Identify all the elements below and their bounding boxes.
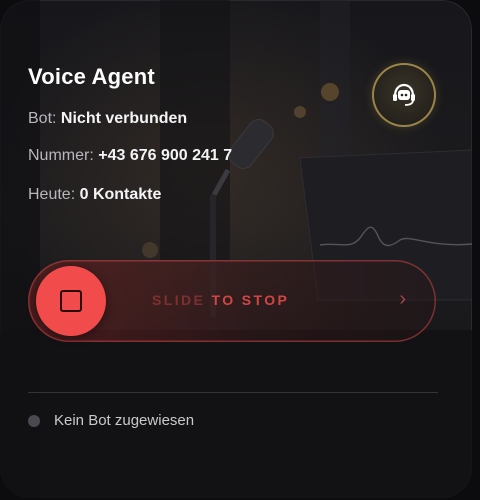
stop-slider-knob[interactable]	[36, 266, 106, 336]
status-dot-icon	[28, 414, 40, 427]
divider	[28, 392, 438, 393]
voice-agent-card: Voice Agent Bot: Nicht verbunden Nummer:…	[0, 0, 472, 498]
today-line: Heute: 0 Kontakte	[28, 186, 161, 204]
bot-status-line: Bot: Nicht verbunden	[28, 110, 187, 128]
slide-to-stop-control[interactable]: SLIDE TO STOP ›	[28, 260, 436, 342]
headset-bot-glyph	[393, 83, 415, 106]
number-line: Nummer: +43 676 900 241 7	[28, 147, 232, 165]
number-value: +43 676 900 241 7	[98, 147, 233, 164]
slide-label-part2: TO STOP	[211, 292, 290, 308]
page-title: Voice Agent	[28, 64, 155, 89]
stop-icon	[60, 290, 82, 312]
number-label: Nummer:	[28, 147, 94, 164]
bot-assignment-status: Kein Bot zugewiesen	[28, 412, 194, 429]
bot-label: Bot:	[28, 110, 57, 127]
status-text: Kein Bot zugewiesen	[54, 412, 195, 429]
today-label: Heute:	[28, 186, 76, 203]
slide-label-part1: SLIDE	[152, 292, 212, 308]
slide-to-stop-label: SLIDE TO STOP	[152, 292, 289, 308]
chevron-right-icon: ›	[399, 288, 406, 310]
today-value: 0 Kontakte	[79, 186, 162, 203]
headset-bot-icon[interactable]	[372, 63, 436, 127]
bot-value: Nicht verbunden	[60, 110, 188, 127]
